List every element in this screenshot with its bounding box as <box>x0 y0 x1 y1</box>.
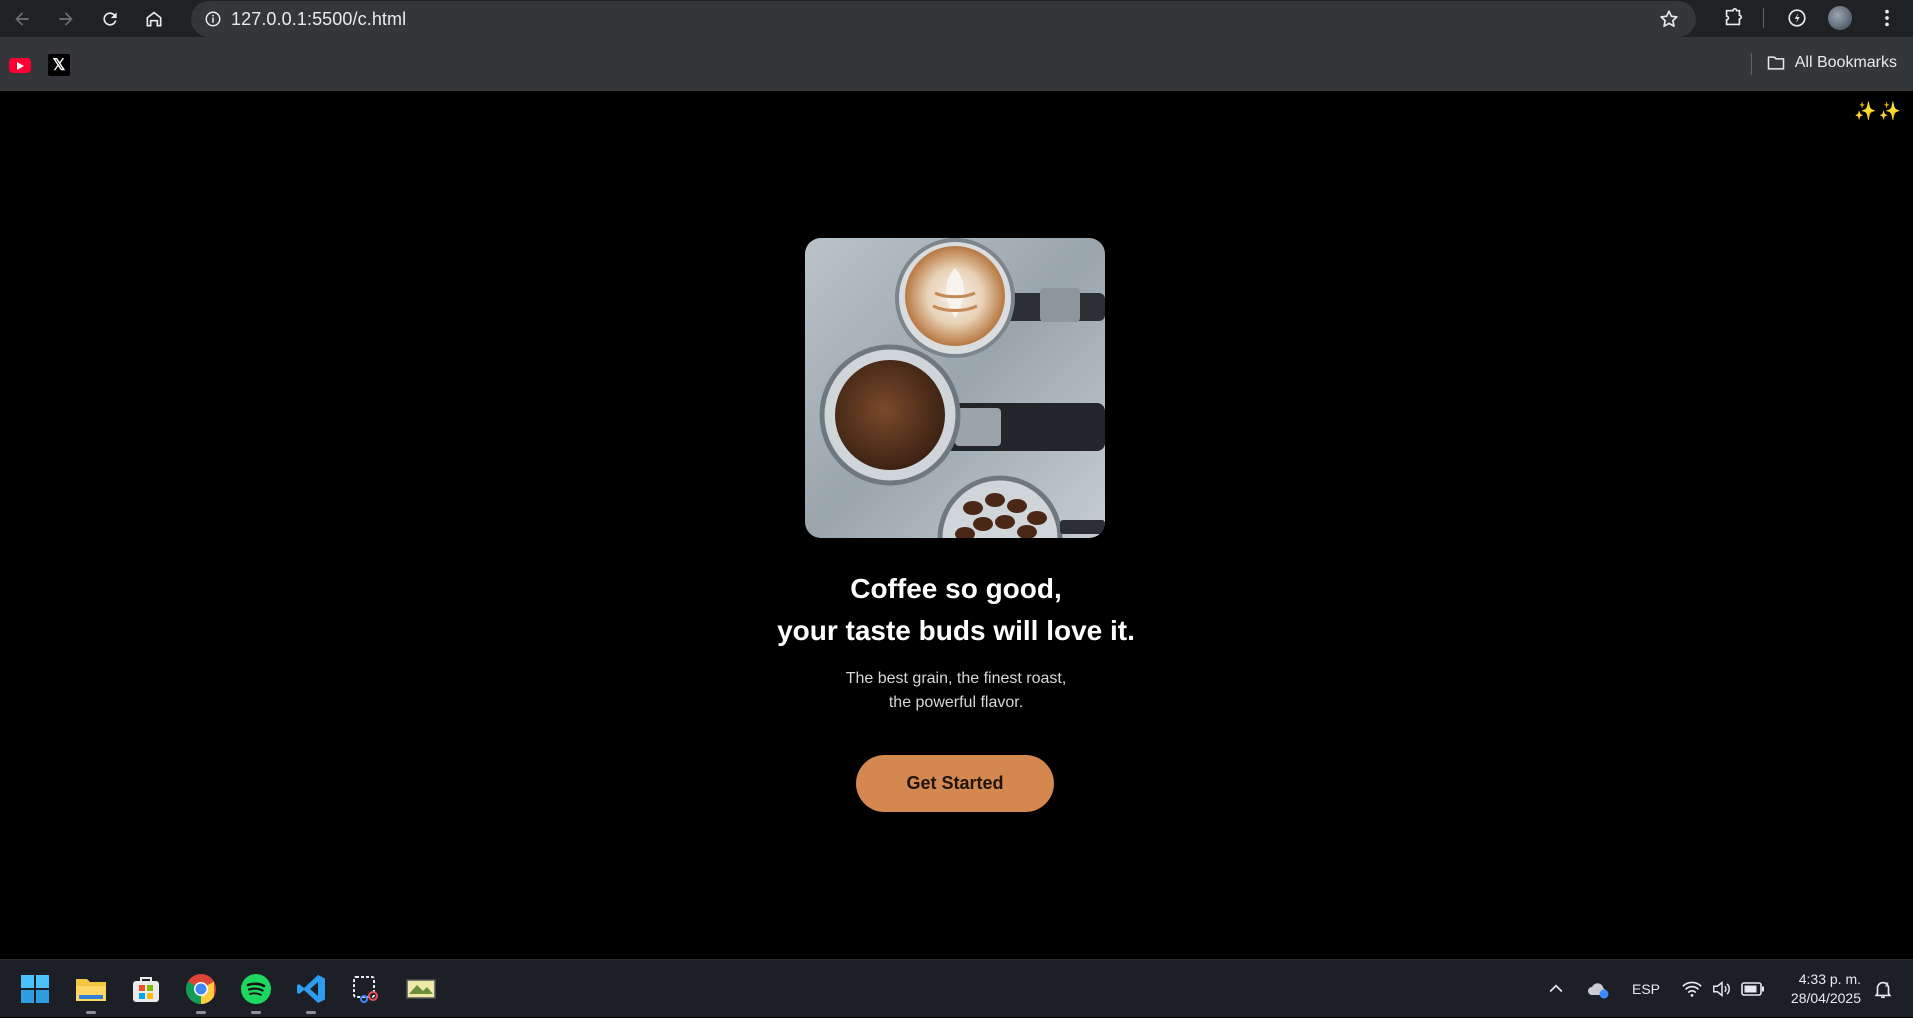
back-button[interactable] <box>7 4 37 34</box>
bookmark-x[interactable]: 𝕏 <box>48 54 70 76</box>
youtube-icon <box>9 57 31 73</box>
hero-subtitle: The best grain, the finest roast, the po… <box>656 667 1256 715</box>
file-explorer-icon <box>76 979 106 1001</box>
site-info-icon[interactable] <box>195 1 231 37</box>
cloud-icon <box>1588 983 1609 999</box>
bookmarks-bar: 𝕏 All Bookmarks <box>0 37 1913 91</box>
taskbar-file-explorer[interactable] <box>72 970 110 1014</box>
headline-line-1: Coffee so good, <box>850 573 1062 604</box>
forward-button[interactable] <box>51 4 81 34</box>
snipping-tool-icon <box>353 976 378 1003</box>
home-icon <box>146 11 162 26</box>
chevron-up-icon <box>1549 984 1563 993</box>
volume-control[interactable] <box>1711 960 1733 1018</box>
extensions-button[interactable] <box>1718 3 1748 33</box>
folder-icon <box>1767 56 1784 70</box>
system-clock[interactable]: 4:33 p. m. 28/04/2025 <box>1791 970 1861 1008</box>
reload-icon <box>103 11 117 26</box>
onedrive-status[interactable] <box>1586 960 1610 1018</box>
taskbar-chrome[interactable] <box>182 970 220 1014</box>
arrow-left-icon <box>15 11 29 26</box>
battery-status[interactable] <box>1741 960 1765 1018</box>
chrome-icon <box>185 974 216 1004</box>
subtitle-line-1: The best grain, the finest roast, <box>845 670 1067 687</box>
home-button[interactable] <box>139 4 169 34</box>
tray-overflow-button[interactable] <box>1546 960 1566 1018</box>
address-bar[interactable]: 127.0.0.1:5500/c.html <box>191 1 1696 37</box>
notifications-button[interactable]: z <box>1872 960 1894 1018</box>
clock-date: 28/04/2025 <box>1790 990 1861 1006</box>
bookmark-star-icon[interactable] <box>1658 8 1680 35</box>
reload-button[interactable] <box>95 4 125 34</box>
running-indicator <box>196 1011 206 1014</box>
battery-icon <box>1741 982 1764 996</box>
taskbar-spotify[interactable] <box>237 970 275 1014</box>
taskbar-snipping-tool[interactable] <box>347 970 385 1008</box>
toolbar-divider <box>1763 8 1764 28</box>
microsoft-store-icon <box>133 977 159 1002</box>
browser-toolbar: 127.0.0.1:5500/c.html <box>0 0 1913 37</box>
more-vertical-icon <box>1885 9 1889 27</box>
speaker-icon <box>1713 981 1730 997</box>
url-text[interactable]: 127.0.0.1:5500/c.html <box>231 9 406 30</box>
all-bookmarks-label: All Bookmarks <box>1794 54 1897 71</box>
bookmarks-divider <box>1751 53 1752 75</box>
puzzle-icon <box>1725 8 1743 26</box>
svg-text:z: z <box>1885 979 1889 988</box>
start-icon <box>21 975 49 1003</box>
taskbar-microsoft-store[interactable] <box>127 970 165 1008</box>
start-button[interactable] <box>16 970 54 1008</box>
hero-headline: Coffee so good, your taste buds will lov… <box>656 568 1256 652</box>
arrow-right-icon <box>59 11 73 26</box>
running-indicator <box>306 1011 316 1014</box>
photo-app-icon <box>406 979 436 999</box>
x-icon: 𝕏 <box>52 57 66 74</box>
get-started-button[interactable]: Get Started <box>856 755 1054 812</box>
headline-line-2: your taste buds will love it. <box>777 615 1135 646</box>
wifi-icon <box>1682 981 1702 997</box>
all-bookmarks-button[interactable]: All Bookmarks <box>1766 53 1897 73</box>
bell-snooze-icon: z <box>1874 979 1892 999</box>
vscode-icon <box>297 975 325 1003</box>
profile-avatar[interactable] <box>1825 3 1855 33</box>
taskbar-vscode[interactable] <box>292 970 330 1014</box>
running-indicator <box>86 1011 96 1014</box>
bookmark-youtube[interactable] <box>9 54 31 76</box>
coffee-hero-image <box>805 238 1105 538</box>
speedometer-icon <box>1788 9 1806 27</box>
chrome-menu-button[interactable] <box>1872 3 1902 33</box>
subtitle-line-2: the powerful flavor. <box>888 694 1024 711</box>
clock-time: 4:33 p. m. <box>1798 971 1861 987</box>
wifi-status[interactable] <box>1681 960 1703 1018</box>
avatar-icon <box>1828 6 1852 30</box>
performance-button[interactable] <box>1782 3 1812 33</box>
spotify-icon <box>241 974 271 1004</box>
running-indicator <box>251 1011 261 1014</box>
sparkles-emoji: ✨✨ <box>1854 101 1903 121</box>
windows-taskbar: ESP 4:33 p. m. 28/04/2025 z <box>0 959 1913 1017</box>
page-content: ✨✨ Coffee so good, your taste buds will … <box>0 91 1913 959</box>
language-indicator[interactable]: ESP <box>1632 960 1660 1018</box>
taskbar-photos-app[interactable] <box>402 970 440 1008</box>
